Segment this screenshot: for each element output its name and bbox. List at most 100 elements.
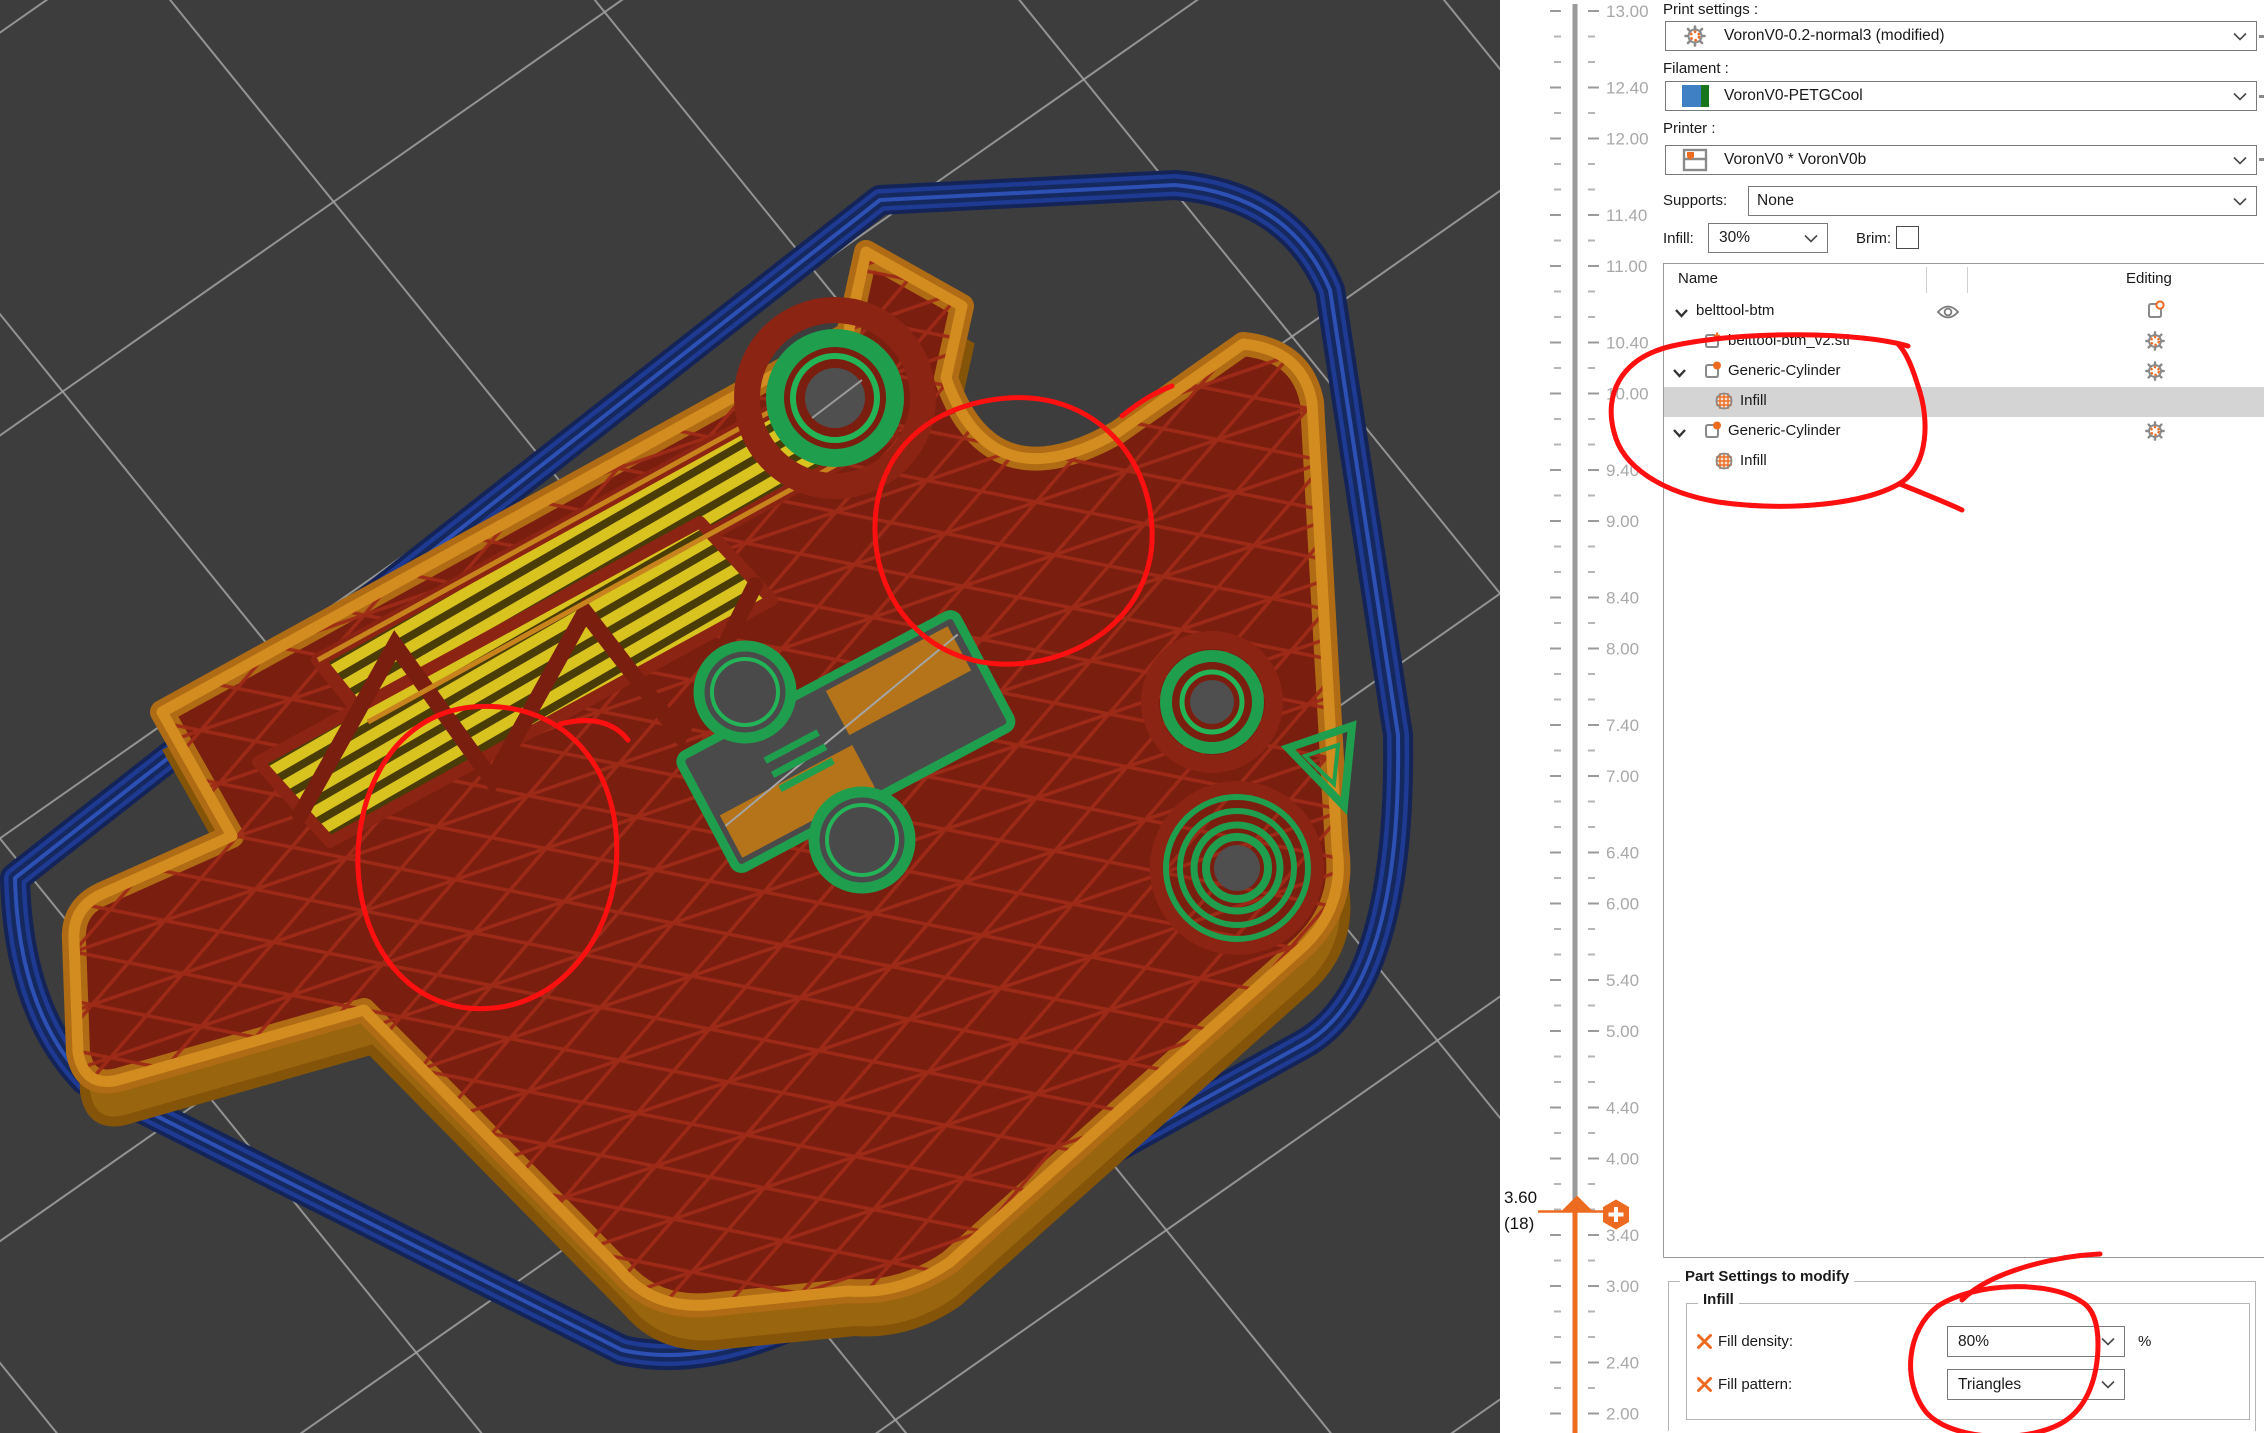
chevron-down-icon bbox=[1804, 234, 1818, 243]
infill-groupbox bbox=[1686, 1303, 2250, 1420]
ruler-label: 11.40 bbox=[1606, 206, 1647, 225]
slider-thumb[interactable] bbox=[1561, 1196, 1593, 1212]
gear-icon[interactable] bbox=[2144, 330, 2166, 356]
infill-dropdown[interactable]: 30% bbox=[1708, 223, 1828, 253]
tree-row-infill[interactable]: Infill bbox=[1664, 387, 2264, 417]
field-suffix: % bbox=[2138, 1333, 2151, 1350]
chevron-down-icon[interactable] bbox=[1674, 306, 1689, 323]
brim-checkbox[interactable] bbox=[1896, 226, 1919, 249]
tree-row-generic-cylinder[interactable]: Generic-Cylinder bbox=[1664, 357, 2264, 387]
ruler-label: 3.00 bbox=[1606, 1277, 1639, 1296]
ruler-label: 2.40 bbox=[1606, 1354, 1639, 1373]
ruler-label: 8.00 bbox=[1606, 640, 1639, 659]
printer-dropdown[interactable]: VoronV0 * VoronV0b bbox=[1665, 145, 2257, 175]
printer-label: Printer : bbox=[1663, 120, 1716, 137]
ruler-label: 10.00 bbox=[1606, 385, 1649, 404]
ruler-label: 12.00 bbox=[1606, 130, 1649, 149]
ruler-label: 13.00 bbox=[1606, 2, 1649, 21]
field-dropdown-fill-pattern-[interactable]: Triangles bbox=[1947, 1369, 2125, 1400]
tree-editing-header: Editing bbox=[2126, 270, 2172, 287]
field-dropdown-fill-density-[interactable]: 80% bbox=[1947, 1326, 2125, 1357]
ruler-label: 9.00 bbox=[1606, 512, 1639, 531]
print-settings-value: VoronV0-0.2-normal3 (modified) bbox=[1724, 27, 2233, 45]
panel-edge-mark bbox=[2259, 158, 2264, 161]
part-settings-title: Part Settings to modify bbox=[1680, 1268, 1854, 1285]
edit-object-icon[interactable] bbox=[2144, 300, 2166, 326]
part-plus-icon bbox=[1702, 331, 1722, 355]
supports-label: Supports: bbox=[1663, 192, 1727, 209]
ruler-label: 6.00 bbox=[1606, 895, 1639, 914]
tree-row-belttool-btm-v2-stl[interactable]: belttool-btm_v2.stl bbox=[1664, 327, 2264, 357]
slider-track-upper[interactable] bbox=[1573, 4, 1578, 1204]
part-dot-icon bbox=[1702, 361, 1722, 385]
field-label: Fill density: bbox=[1718, 1333, 1793, 1350]
panel-edge-mark bbox=[2259, 35, 2264, 38]
infill-icon bbox=[1714, 451, 1734, 475]
infill-label: Infill: bbox=[1663, 230, 1694, 247]
green-spiral-bottom-right bbox=[1157, 788, 1317, 948]
ruler-label: 9.40 bbox=[1606, 461, 1639, 480]
print-settings-gear-icon bbox=[1666, 24, 1724, 48]
tree-row-belttool-btm[interactable]: belttool-btm bbox=[1664, 297, 2264, 327]
ruler-label: 10.40 bbox=[1606, 334, 1649, 353]
ruler-label: 4.40 bbox=[1606, 1099, 1639, 1118]
gear-icon[interactable] bbox=[2144, 360, 2166, 386]
filament-dropdown[interactable]: VoronV0-PETGCool bbox=[1665, 81, 2257, 111]
filament-color-swatch bbox=[1666, 84, 1724, 108]
chevron-down-icon[interactable] bbox=[1672, 426, 1687, 443]
ruler-label: 7.40 bbox=[1606, 716, 1639, 735]
tree-row-generic-cylinder[interactable]: Generic-Cylinder bbox=[1664, 417, 2264, 447]
eye-icon[interactable] bbox=[1936, 304, 1960, 324]
header-separator bbox=[1967, 267, 1968, 293]
ruler-label: 8.40 bbox=[1606, 589, 1639, 608]
infill-value: 30% bbox=[1719, 229, 1804, 247]
chevron-down-icon bbox=[2233, 32, 2247, 41]
tree-row-label: Generic-Cylinder bbox=[1728, 362, 1841, 379]
supports-value: None bbox=[1757, 192, 2233, 210]
ruler-label: 6.40 bbox=[1606, 844, 1639, 863]
plus-glyph bbox=[1614, 1207, 1618, 1222]
supports-dropdown[interactable]: None bbox=[1748, 186, 2257, 216]
field-value: 80% bbox=[1958, 1333, 2101, 1351]
print-settings-dropdown[interactable]: VoronV0-0.2-normal3 (modified) bbox=[1665, 21, 2257, 51]
chevron-down-icon bbox=[2101, 1380, 2115, 1389]
tree-name-header: Name bbox=[1678, 270, 1718, 287]
printer-icon bbox=[1666, 148, 1724, 172]
3d-viewport[interactable] bbox=[0, 0, 1500, 1433]
field-label: Fill pattern: bbox=[1718, 1376, 1792, 1393]
tree-row-label: Generic-Cylinder bbox=[1728, 422, 1841, 439]
ruler-label: 3.40 bbox=[1606, 1226, 1639, 1245]
part-dot-icon bbox=[1702, 421, 1722, 445]
chevron-down-icon[interactable] bbox=[1672, 366, 1687, 383]
remove-setting-x-icon[interactable] bbox=[1696, 1333, 1713, 1350]
header-separator bbox=[1926, 267, 1927, 293]
filament-value: VoronV0-PETGCool bbox=[1724, 87, 2233, 105]
infill-group-title: Infill bbox=[1698, 1291, 1739, 1308]
ruler-label: 12.40 bbox=[1606, 79, 1649, 98]
brim-label: Brim: bbox=[1856, 230, 1891, 247]
ruler-label: 11.00 bbox=[1606, 257, 1647, 276]
tree-row-label: belttool-btm_v2.stl bbox=[1728, 332, 1850, 349]
layer-slider[interactable]: 13.00 12.40 12.00 11.40 11.00 10.40 10.00 9.40 9… bbox=[1500, 0, 1663, 1433]
tree-row-label: belttool-btm bbox=[1696, 302, 1774, 319]
green-modifier-ring-right bbox=[1150, 640, 1274, 764]
gear-icon[interactable] bbox=[2144, 420, 2166, 446]
slider-track-lower[interactable] bbox=[1573, 1210, 1578, 1433]
field-value: Triangles bbox=[1958, 1376, 2101, 1394]
panel-edge-mark bbox=[2259, 95, 2264, 98]
ruler-label: 5.40 bbox=[1606, 971, 1639, 990]
tree-row-label: Infill bbox=[1740, 452, 1767, 469]
chevron-down-icon bbox=[2233, 197, 2247, 206]
slicer-window: 13.00 12.40 12.00 11.40 11.00 10.40 10.00 9.40 9… bbox=[0, 0, 2264, 1433]
printer-value: VoronV0 * VoronV0b bbox=[1724, 151, 2233, 169]
chevron-down-icon bbox=[2233, 92, 2247, 101]
remove-setting-x-icon[interactable] bbox=[1696, 1376, 1713, 1393]
filament-label: Filament : bbox=[1663, 60, 1729, 77]
tree-row-infill[interactable]: Infill bbox=[1664, 447, 2264, 477]
ruler-label: 7.00 bbox=[1606, 767, 1639, 786]
chevron-down-icon bbox=[2233, 156, 2247, 165]
chevron-down-icon bbox=[2101, 1337, 2115, 1346]
infill-icon bbox=[1714, 391, 1734, 415]
sliced-model-preview bbox=[0, 0, 1500, 1433]
layer-slider-value: 3.60 bbox=[1504, 1188, 1537, 1208]
